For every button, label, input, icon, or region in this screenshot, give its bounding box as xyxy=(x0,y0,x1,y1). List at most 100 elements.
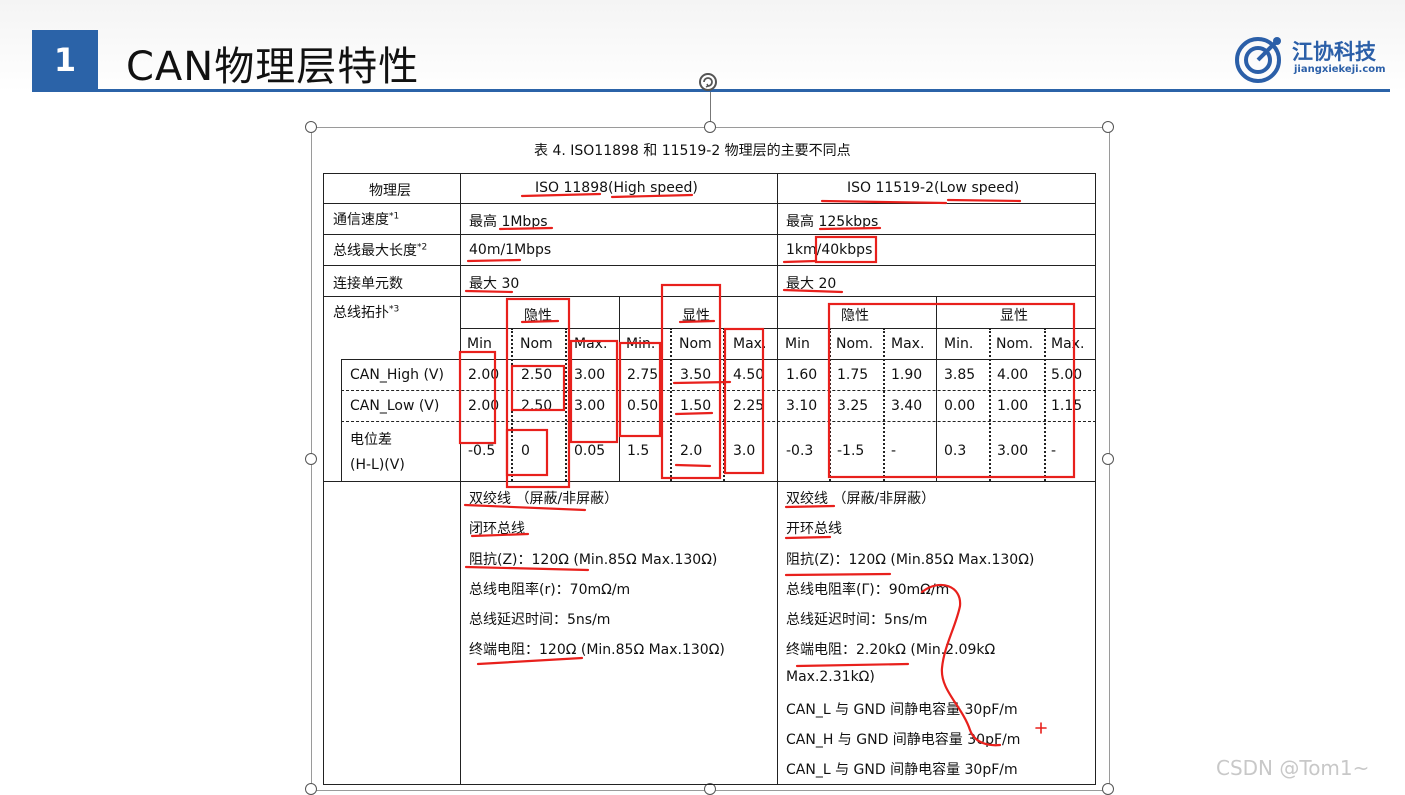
csdn-watermark: CSDN @Tom1~ xyxy=(1216,756,1370,780)
cable-low-line: CAN_L 与 GND 间静电容量 30pF/m xyxy=(786,702,1018,718)
sub-header: Max. xyxy=(891,336,925,352)
recessive-high-header: 隐性 xyxy=(524,308,552,324)
value-cell: 2.50 xyxy=(521,398,553,414)
value-cell: 1.50 xyxy=(680,398,712,414)
signal-name-can-low: CAN_Low (V) xyxy=(350,398,440,414)
cable-low-line: 开环总线 xyxy=(786,521,842,537)
sub-header: Max. xyxy=(1051,336,1085,352)
value-cell: 4.50 xyxy=(733,367,765,383)
cable-high-line: 双绞线 （屏蔽/非屏蔽） xyxy=(469,491,619,507)
value-cell: 3.00 xyxy=(997,443,1029,459)
value-cell: 5.00 xyxy=(1051,367,1083,383)
row-label-speed: 通信速度*1 xyxy=(333,211,400,228)
resize-handle-top-right[interactable] xyxy=(1102,121,1114,133)
value-cell: 1.90 xyxy=(891,367,923,383)
value-cell: 0.50 xyxy=(627,398,659,414)
value-cell: 0.3 xyxy=(944,443,967,459)
cable-high-line: 终端电阻：120Ω (Min.85Ω Max.130Ω) xyxy=(469,642,725,658)
value-cell: 3.00 xyxy=(574,398,606,414)
rotate-handle-icon[interactable] xyxy=(698,72,718,92)
value-cell: 2.0 xyxy=(680,443,703,459)
sub-header: Nom xyxy=(679,336,712,352)
dominant-high-header: 显性 xyxy=(682,308,710,324)
speed-high: 最高 1Mbps xyxy=(469,214,548,230)
cable-low-line: 总线延迟时间：5ns/m xyxy=(786,612,928,628)
sub-header: Min. xyxy=(626,336,656,352)
brand-name: 江协科技 xyxy=(1292,40,1376,64)
value-cell: 3.40 xyxy=(891,398,923,414)
value-cell: 2.00 xyxy=(468,367,500,383)
value-cell: 3.50 xyxy=(680,367,712,383)
brand-logo: 江协科技 jiangxiekeji.com xyxy=(1232,34,1386,84)
value-cell: 0 xyxy=(521,443,530,459)
value-cell: 4.00 xyxy=(997,367,1029,383)
value-cell: 3.0 xyxy=(733,443,756,459)
units-low: 最大 20 xyxy=(786,276,837,292)
value-cell: 3.85 xyxy=(944,367,976,383)
row-label-units: 连接单元数 xyxy=(333,276,403,292)
length-high: 40m/1Mbps xyxy=(469,242,552,258)
value-cell: -1.5 xyxy=(837,443,865,459)
value-cell: -0.3 xyxy=(786,443,814,459)
value-cell: 1.60 xyxy=(786,367,818,383)
sub-header: Nom. xyxy=(836,336,874,352)
row-label-length: 总线最大长度*2 xyxy=(333,242,428,259)
cable-high-line: 阻抗(Z)：120Ω (Min.85Ω Max.130Ω) xyxy=(469,552,718,568)
cable-low-line: 阻抗(Z)：120Ω (Min.85Ω Max.130Ω) xyxy=(786,552,1035,568)
signal-name-diff: 电位差 xyxy=(350,432,392,448)
value-cell: 3.00 xyxy=(574,367,606,383)
cable-low-line: Max.2.31kΩ) xyxy=(786,669,875,685)
sub-header: Min. xyxy=(944,336,974,352)
value-cell: 1.00 xyxy=(997,398,1029,414)
cable-low-line: CAN_L 与 GND 间静电容量 30pF/m xyxy=(786,762,1018,778)
speed-low: 最高 125kbps xyxy=(786,214,879,230)
value-cell: 0.05 xyxy=(574,443,606,459)
units-high: 最大 30 xyxy=(469,276,520,292)
cable-low-line: 双绞线 （屏蔽/非屏蔽） xyxy=(786,491,936,507)
resize-handle-top-left[interactable] xyxy=(305,121,317,133)
signal-name-can-high: CAN_High (V) xyxy=(350,367,444,383)
brand-url: jiangxiekeji.com xyxy=(1294,64,1386,75)
value-cell: 3.25 xyxy=(837,398,869,414)
value-cell: 2.00 xyxy=(468,398,500,414)
slide-title: CAN物理层特性 xyxy=(126,44,420,90)
value-cell: 1.15 xyxy=(1051,398,1083,414)
sub-header: Min xyxy=(785,336,810,352)
header-high-speed: ISO 11898(High speed) xyxy=(535,180,698,196)
comparison-table: 物理层 ISO 11898(High speed) ISO 11519-2(Lo… xyxy=(323,173,1096,785)
signal-name-diff-unit: (H-L)(V) xyxy=(350,457,405,473)
sub-header: Nom xyxy=(520,336,553,352)
recessive-low-header: 隐性 xyxy=(841,308,869,324)
value-cell: 2.25 xyxy=(733,398,765,414)
cable-low-line: CAN_H 与 GND 间静电容量 30pF/m xyxy=(786,732,1021,748)
dominant-low-header: 显性 xyxy=(1000,308,1028,324)
value-cell: - xyxy=(891,443,897,459)
resize-handle-bottom-left[interactable] xyxy=(305,783,317,795)
cable-low-line: 总线电阻率(Γ)：90mΩ/m xyxy=(786,582,950,598)
resize-handle-bottom-right[interactable] xyxy=(1102,783,1114,795)
cable-high-line: 闭环总线 xyxy=(469,521,525,537)
cable-high-line: 总线电阻率(r)：70mΩ/m xyxy=(469,582,631,598)
section-number-badge: 1 xyxy=(32,30,98,90)
value-cell: 2.75 xyxy=(627,367,659,383)
value-cell: 3.10 xyxy=(786,398,818,414)
header-label: 物理层 xyxy=(369,183,411,199)
header-low-speed: ISO 11519-2(Low speed) xyxy=(847,180,1020,196)
value-cell: 0.00 xyxy=(944,398,976,414)
row-label-topology: 总线拓扑*3 xyxy=(333,304,400,321)
cable-high-line: 总线延迟时间：5ns/m xyxy=(469,612,611,628)
value-cell: 1.5 xyxy=(627,443,650,459)
sub-header: Max. xyxy=(574,336,608,352)
resize-handle-left[interactable] xyxy=(305,453,317,465)
value-cell: - xyxy=(1051,443,1057,459)
value-cell: 1.75 xyxy=(837,367,869,383)
cable-low-line: 终端电阻：2.20kΩ (Min.2.09kΩ xyxy=(786,642,996,658)
sub-header: Max. xyxy=(733,336,767,352)
table-caption: 表 4. ISO11898 和 11519-2 物理层的主要不同点 xyxy=(534,143,851,159)
resize-handle-top[interactable] xyxy=(704,121,716,133)
brand-logo-icon xyxy=(1235,37,1281,83)
resize-handle-right[interactable] xyxy=(1102,453,1114,465)
sub-header: Min xyxy=(467,336,492,352)
length-low: 1km/40kbps xyxy=(786,242,873,258)
sub-header: Nom. xyxy=(996,336,1034,352)
